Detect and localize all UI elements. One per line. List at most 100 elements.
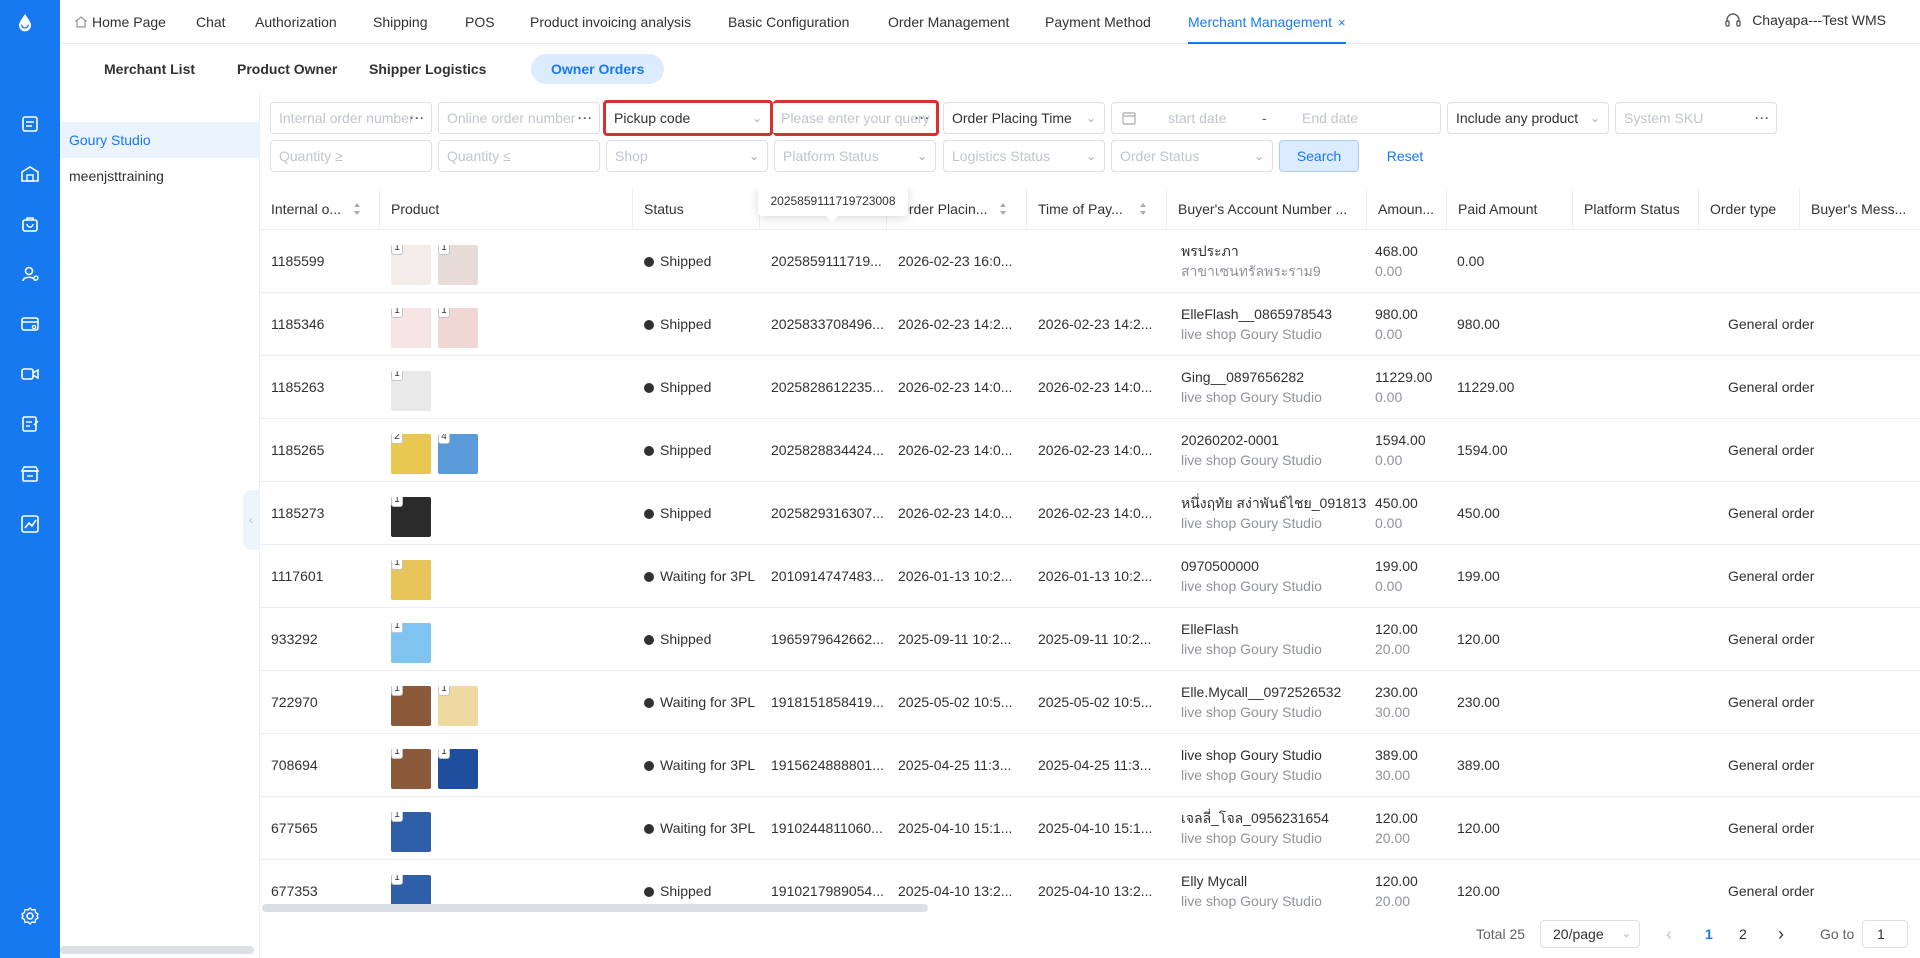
product-thumbnail[interactable]: 1 bbox=[391, 623, 431, 663]
report-edit-icon[interactable] bbox=[18, 412, 42, 436]
internal-order-id[interactable]: 1117601 bbox=[260, 545, 380, 608]
internal-order-input[interactable]: Internal order number ··· bbox=[270, 102, 432, 134]
product-thumbnail[interactable]: 1 bbox=[438, 308, 478, 348]
system-sku-input[interactable]: System SKU ··· bbox=[1615, 102, 1777, 134]
table-row[interactable]: 1185263 1 Shipped 2025828612235... 2026-02-2… bbox=[260, 356, 1920, 419]
table-row[interactable]: 708694 1 1 Waiting for 3PL 1915624888801... 2… bbox=[260, 734, 1920, 797]
owner-list-scrollbar[interactable] bbox=[60, 946, 254, 954]
product-thumbnail[interactable]: 1 bbox=[391, 245, 431, 285]
tab-merchant-management[interactable]: Merchant Management × bbox=[1188, 0, 1346, 44]
analytics-icon[interactable] bbox=[18, 512, 42, 536]
internal-order-id[interactable]: 1185599 bbox=[260, 230, 380, 293]
store-icon[interactable] bbox=[18, 462, 42, 486]
product-thumbnail[interactable]: 2 bbox=[391, 434, 431, 474]
shop-select[interactable]: Shop ⌄ bbox=[606, 140, 768, 172]
tab-basic-configuration[interactable]: Basic Configuration bbox=[728, 0, 849, 44]
subtab-owner-orders[interactable]: Owner Orders bbox=[531, 54, 665, 84]
online-order-number[interactable]: 1915624888801... bbox=[760, 734, 887, 797]
user-settings-icon[interactable] bbox=[18, 262, 42, 286]
online-order-number[interactable]: 2025829316307... bbox=[760, 482, 887, 545]
tab-order-management[interactable]: Order Management bbox=[888, 0, 1009, 44]
search-button[interactable]: Search bbox=[1279, 140, 1359, 172]
product-thumbnail[interactable]: 1 bbox=[391, 308, 431, 348]
online-order-number[interactable]: 2025828834424... bbox=[760, 419, 887, 482]
tab-pos[interactable]: POS bbox=[465, 0, 495, 44]
col-time-of-payment[interactable]: Time of Pay... bbox=[1027, 188, 1167, 230]
settings-gear-icon[interactable] bbox=[18, 904, 42, 928]
internal-order-id[interactable]: 933292 bbox=[260, 608, 380, 671]
internal-order-id[interactable]: 1185265 bbox=[260, 419, 380, 482]
shopping-bag-icon[interactable] bbox=[18, 212, 42, 236]
online-order-number[interactable]: 2025833708496... bbox=[760, 293, 887, 356]
internal-order-id[interactable]: 1185263 bbox=[260, 356, 380, 419]
product-thumbnail[interactable]: 1 bbox=[391, 749, 431, 789]
table-horizontal-scrollbar[interactable] bbox=[262, 904, 928, 912]
table-row[interactable]: 677353 1 Shipped 1910217989054... 2025-04-10… bbox=[260, 860, 1920, 910]
subtab-merchant-list[interactable]: Merchant List bbox=[84, 54, 215, 84]
table-row[interactable]: 1117601 1 Waiting for 3PL 2010914747483... 2… bbox=[260, 545, 1920, 608]
owner-item-meenjsttraining[interactable]: meenjsttraining bbox=[60, 158, 260, 194]
user-menu[interactable]: Chayapa---Test WMS bbox=[1724, 0, 1886, 44]
pickup-code-query-input[interactable]: Please enter your query ··· bbox=[773, 100, 939, 136]
more-options-icon[interactable]: ··· bbox=[578, 103, 593, 133]
platform-status-select[interactable]: Platform Status ⌄ bbox=[774, 140, 936, 172]
product-match-select[interactable]: Include any product ⌄ bbox=[1447, 102, 1609, 134]
subtab-product-owner[interactable]: Product Owner bbox=[217, 54, 357, 84]
internal-order-id[interactable]: 1185346 bbox=[260, 293, 380, 356]
document-icon[interactable] bbox=[18, 112, 42, 136]
product-thumbnail[interactable]: 1 bbox=[391, 497, 431, 537]
quantity-min-input[interactable]: Quantity ≥ bbox=[270, 140, 432, 172]
internal-order-id[interactable]: 677353 bbox=[260, 860, 380, 910]
table-row[interactable]: 722970 1 1 Waiting for 3PL 1918151858419... 2… bbox=[260, 671, 1920, 734]
product-thumbnail[interactable]: 4 bbox=[438, 434, 478, 474]
tab-home-page[interactable]: Home Page bbox=[74, 0, 166, 44]
product-thumbnail[interactable]: 1 bbox=[391, 371, 431, 411]
table-row[interactable]: 1185599 1 1 Shipped 2025859111719... 2026-02-… bbox=[260, 230, 1920, 293]
order-status-select[interactable]: Order Status ⌄ bbox=[1111, 140, 1273, 172]
online-order-number[interactable]: 1965979642662... bbox=[760, 608, 887, 671]
table-row[interactable]: 677565 1 Waiting for 3PL 1910244811060... 20… bbox=[260, 797, 1920, 860]
time-type-select[interactable]: Order Placing Time ⌄ bbox=[943, 102, 1105, 134]
product-thumbnail[interactable]: 1 bbox=[391, 686, 431, 726]
online-order-number[interactable]: 2010914747483... bbox=[760, 545, 887, 608]
online-order-number[interactable]: 1910217989054... bbox=[760, 860, 887, 910]
sort-icon[interactable] bbox=[999, 202, 1007, 216]
online-order-number[interactable]: 2025828612235... bbox=[760, 356, 887, 419]
page-size-select[interactable]: 20/page ⌄ bbox=[1540, 920, 1640, 948]
goto-page-input[interactable]: 1 bbox=[1862, 920, 1908, 948]
next-page-button[interactable]: › bbox=[1778, 918, 1784, 950]
internal-order-id[interactable]: 722970 bbox=[260, 671, 380, 734]
product-thumbnail[interactable]: 1 bbox=[438, 245, 478, 285]
product-thumbnail[interactable]: 1 bbox=[391, 560, 431, 600]
online-order-number[interactable]: 2025859111719... bbox=[760, 230, 887, 293]
page-2[interactable]: 2 bbox=[1739, 918, 1747, 950]
tab-product-invoicing-analysis[interactable]: Product invoicing analysis bbox=[530, 0, 691, 44]
tab-payment-method[interactable]: Payment Method bbox=[1045, 0, 1151, 44]
collapse-panel-handle[interactable]: ‹ bbox=[243, 490, 259, 550]
warehouse-icon[interactable] bbox=[18, 162, 42, 186]
reset-button[interactable]: Reset bbox=[1365, 140, 1445, 172]
product-thumbnail[interactable]: 1 bbox=[438, 749, 478, 789]
more-options-icon[interactable]: ··· bbox=[1755, 103, 1770, 133]
more-options-icon[interactable]: ··· bbox=[915, 103, 930, 133]
page-1[interactable]: 1 bbox=[1705, 918, 1713, 950]
internal-order-id[interactable]: 677565 bbox=[260, 797, 380, 860]
internal-order-id[interactable]: 1185273 bbox=[260, 482, 380, 545]
col-order-placing-time[interactable]: Order Placin... bbox=[887, 188, 1027, 230]
video-icon[interactable] bbox=[18, 362, 42, 386]
pickup-code-select[interactable]: Pickup code ⌄ bbox=[603, 100, 773, 136]
tab-chat[interactable]: Chat bbox=[196, 0, 226, 44]
prev-page-button[interactable]: ‹ bbox=[1666, 918, 1672, 950]
sort-icon[interactable] bbox=[1139, 202, 1147, 216]
internal-order-id[interactable]: 708694 bbox=[260, 734, 380, 797]
tab-shipping[interactable]: Shipping bbox=[373, 0, 428, 44]
table-row[interactable]: 1185273 1 Shipped 2025829316307... 2026-02-2… bbox=[260, 482, 1920, 545]
sort-icon[interactable] bbox=[353, 202, 361, 216]
owner-item-goury-studio[interactable]: Goury Studio bbox=[60, 122, 260, 158]
date-range-picker[interactable]: start date - End date bbox=[1111, 102, 1441, 134]
table-row[interactable]: 933292 1 Shipped 1965979642662... 2025-09-11… bbox=[260, 608, 1920, 671]
headset-icon[interactable] bbox=[1724, 11, 1742, 29]
product-thumbnail[interactable]: 1 bbox=[391, 812, 431, 852]
more-options-icon[interactable]: ··· bbox=[410, 103, 425, 133]
col-internal-order[interactable]: Internal o... bbox=[260, 188, 380, 230]
